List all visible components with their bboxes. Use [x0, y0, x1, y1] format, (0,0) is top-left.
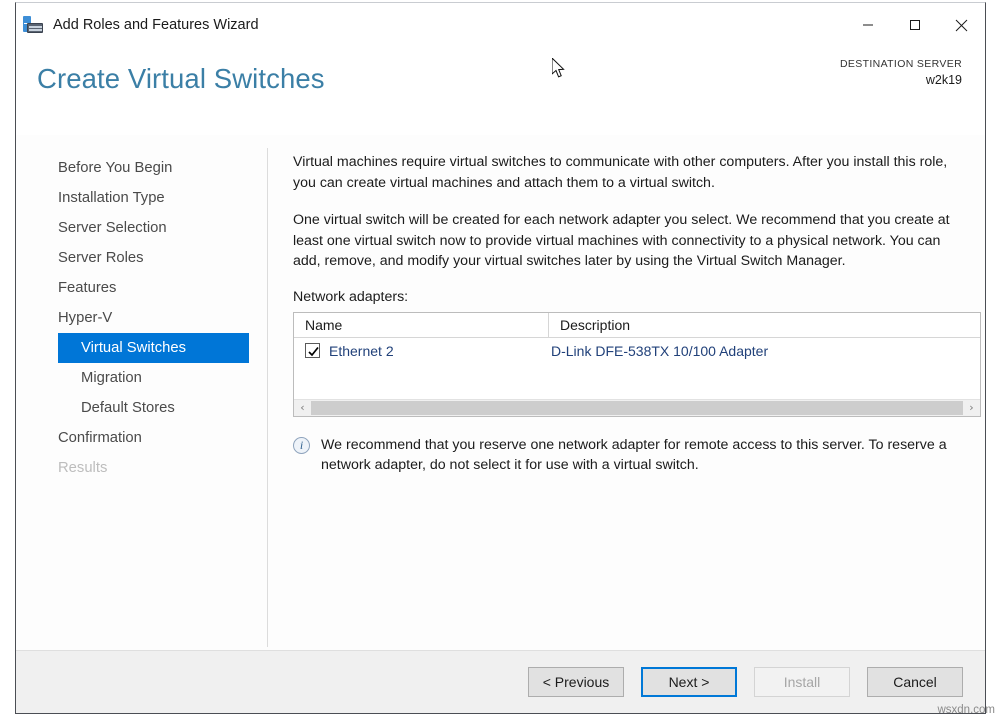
column-header-name[interactable]: Name — [294, 313, 549, 337]
page-title: Create Virtual Switches — [37, 63, 325, 95]
minimize-icon[interactable] — [844, 3, 891, 47]
install-button: Install — [754, 667, 850, 697]
adapter-name: Ethernet 2 — [329, 343, 394, 359]
sidebar-item-confirmation[interactable]: Confirmation — [16, 423, 252, 453]
cancel-button[interactable]: Cancel — [867, 667, 963, 697]
intro-paragraph-1: Virtual machines require virtual switche… — [293, 152, 963, 193]
page-header: Create Virtual Switches DESTINATION SERV… — [16, 47, 985, 135]
wizard-footer: < Previous Next > Install Cancel — [16, 650, 985, 713]
server-roles-icon — [22, 14, 44, 36]
close-icon[interactable] — [938, 3, 985, 47]
window-title: Add Roles and Features Wizard — [53, 17, 259, 33]
sidebar-item-before-you-begin[interactable]: Before You Begin — [16, 153, 252, 183]
info-icon: i — [293, 437, 310, 454]
destination-server-block: DESTINATION SERVER w2k19 — [840, 57, 962, 89]
window-controls — [844, 3, 985, 47]
column-header-description[interactable]: Description — [549, 313, 980, 337]
table-row[interactable]: Ethernet 2 D-Link DFE-538TX 10/100 Adapt… — [294, 338, 980, 364]
nav-content-divider — [267, 148, 268, 647]
sidebar-item-hyper-v[interactable]: Hyper-V — [16, 303, 252, 333]
wizard-step-nav: Before You Begin Installation Type Serve… — [16, 135, 252, 483]
network-adapters-table[interactable]: Name Description Ethernet 2 D-Link DFE-5… — [293, 312, 981, 417]
sidebar-item-installation-type[interactable]: Installation Type — [16, 183, 252, 213]
info-note-text: We recommend that you reserve one networ… — [321, 435, 983, 476]
scroll-right-icon[interactable]: › — [963, 400, 980, 416]
sidebar-item-migration[interactable]: Migration — [16, 363, 252, 393]
destination-server-name: w2k19 — [840, 72, 962, 89]
main-content: Virtual machines require virtual switche… — [293, 152, 969, 476]
table-header-row: Name Description — [294, 313, 980, 338]
sidebar-item-features[interactable]: Features — [16, 273, 252, 303]
next-button[interactable]: Next > — [641, 667, 737, 697]
table-body: Ethernet 2 D-Link DFE-538TX 10/100 Adapt… — [294, 338, 980, 399]
wizard-body: Before You Begin Installation Type Serve… — [16, 135, 985, 650]
network-adapters-label: Network adapters: — [293, 289, 969, 305]
sidebar-item-virtual-switches[interactable]: Virtual Switches — [58, 333, 249, 363]
cell-name: Ethernet 2 — [294, 343, 549, 359]
wizard-window: Add Roles and Features Wizard Create Vir… — [15, 2, 986, 714]
horizontal-scrollbar[interactable]: ‹ › — [294, 399, 980, 416]
previous-button[interactable]: < Previous — [528, 667, 624, 697]
sidebar-item-server-roles[interactable]: Server Roles — [16, 243, 252, 273]
info-note: i We recommend that you reserve one netw… — [293, 435, 983, 476]
sidebar-item-server-selection[interactable]: Server Selection — [16, 213, 252, 243]
sidebar-item-results: Results — [16, 453, 252, 483]
intro-paragraph-2: One virtual switch will be created for e… — [293, 210, 963, 272]
adapter-description: D-Link DFE-538TX 10/100 Adapter — [549, 343, 980, 359]
title-bar: Add Roles and Features Wizard — [16, 3, 985, 47]
destination-server-label: DESTINATION SERVER — [840, 57, 962, 72]
sidebar-item-default-stores[interactable]: Default Stores — [16, 393, 252, 423]
scroll-left-icon[interactable]: ‹ — [294, 400, 311, 416]
scrollbar-thumb[interactable] — [311, 401, 963, 415]
adapter-checkbox[interactable] — [305, 343, 320, 358]
watermark: wsxdn.com — [937, 704, 995, 716]
maximize-icon[interactable] — [891, 3, 938, 47]
